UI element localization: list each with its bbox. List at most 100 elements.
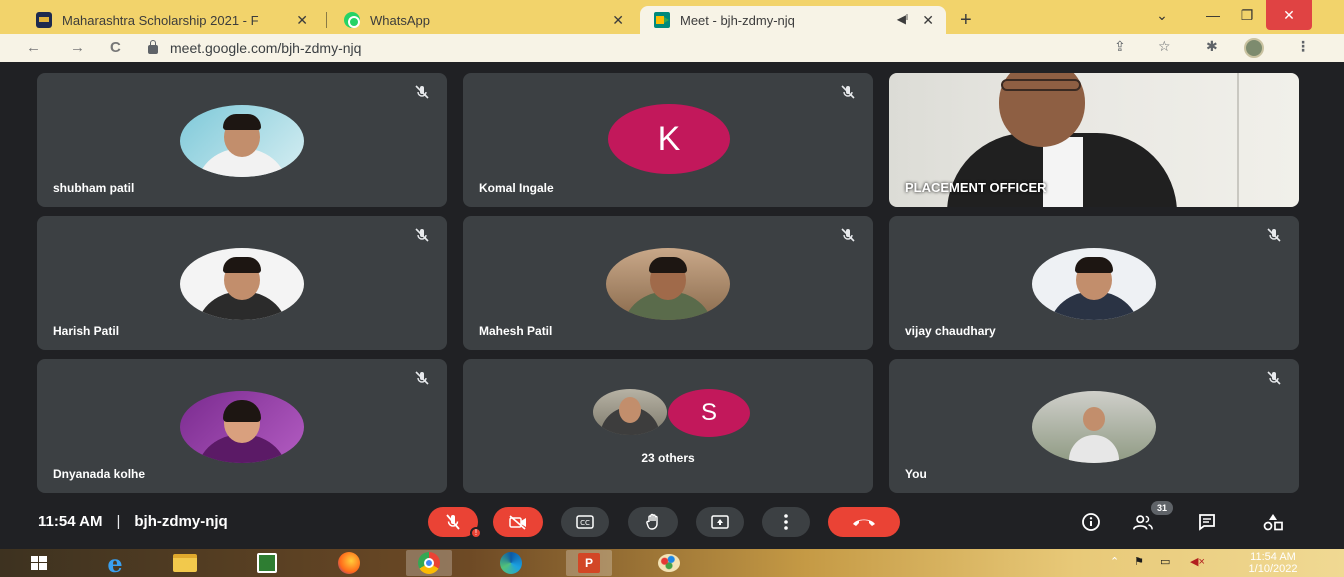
svg-text:CC: CC	[580, 519, 590, 527]
participant-name: Mahesh Patil	[479, 324, 553, 338]
raise-hand-icon	[646, 513, 658, 530]
participant-avatar	[593, 389, 667, 435]
present-screen-button[interactable]	[696, 507, 744, 537]
audio-playing-icon[interactable]: ◀ᴵ	[897, 12, 908, 26]
mic-muted-icon	[415, 371, 429, 385]
mic-muted-icon	[1267, 371, 1281, 385]
activities-shapes-icon	[1263, 514, 1283, 531]
restore-icon[interactable]: ❐	[1232, 0, 1262, 30]
participant-avatar	[1032, 248, 1156, 320]
present-screen-icon	[711, 515, 729, 529]
taskbar-clock[interactable]: 11:54 AM 1/10/2022	[1232, 551, 1314, 575]
others-count-label: 23 others	[641, 451, 695, 465]
extensions-puzzle-icon[interactable]: ✱	[1206, 38, 1218, 55]
leave-call-button[interactable]	[828, 507, 900, 537]
internet-explorer-icon: e	[107, 548, 123, 577]
bookmark-star-icon[interactable]: ☆	[1158, 38, 1171, 55]
browser-tab-strip: Maharashtra Scholarship 2021 - F ✕ Whats…	[0, 0, 1344, 34]
participant-name: vijay chaudhary	[905, 324, 996, 338]
people-button[interactable]	[1132, 511, 1154, 533]
address-bar[interactable]: meet.google.com/bjh-zdmy-njq	[148, 37, 1188, 59]
minimize-icon[interactable]: —	[1198, 0, 1228, 30]
taskbar-chrome[interactable]	[406, 550, 452, 576]
taskbar-paint[interactable]	[646, 550, 692, 576]
captions-button[interactable]: CC	[561, 507, 609, 537]
clock-date: 1/10/2022	[1248, 563, 1298, 575]
warning-icon: !	[470, 527, 482, 539]
participant-avatar	[180, 105, 304, 177]
meeting-details-button[interactable]	[1080, 511, 1102, 533]
meeting-code: bjh-zdmy-njq	[134, 513, 228, 530]
chat-button[interactable]	[1196, 511, 1218, 533]
participant-tile-harish-patil[interactable]: Harish Patil	[37, 216, 447, 350]
back-arrow-icon[interactable]: ←	[26, 39, 41, 56]
more-vertical-icon	[784, 514, 788, 530]
participant-count-badge: 31	[1151, 501, 1173, 515]
action-center-flag-icon[interactable]: ⚑	[1134, 555, 1144, 568]
chrome-menu-icon[interactable]: ⋮	[1296, 38, 1310, 55]
paint-palette-icon	[658, 554, 680, 572]
participant-tile-shubham-patil[interactable]: shubham patil	[37, 73, 447, 207]
meeting-clock: 11:54 AM	[38, 513, 103, 530]
windows-start-button[interactable]	[16, 550, 62, 576]
close-icon[interactable]: ✕	[922, 12, 934, 29]
participant-tile-others-group[interactable]: S 23 others	[463, 359, 873, 493]
network-icon[interactable]: ▭	[1160, 555, 1170, 568]
participant-name: Dnyanada kolhe	[53, 467, 146, 481]
more-options-button[interactable]	[762, 507, 810, 537]
forward-arrow-icon[interactable]: →	[70, 39, 85, 56]
participant-name: shubham patil	[53, 181, 135, 195]
participant-avatar	[180, 391, 304, 463]
taskbar-file-explorer[interactable]	[162, 550, 208, 576]
participant-avatar	[180, 248, 304, 320]
info-icon	[1082, 513, 1100, 531]
raise-hand-button[interactable]	[628, 507, 678, 537]
lock-icon[interactable]	[148, 40, 158, 54]
camera-off-icon	[509, 515, 526, 530]
camera-toggle-button[interactable]	[493, 507, 543, 537]
participant-name: Harish Patil	[53, 324, 120, 338]
reload-icon[interactable]: C	[110, 39, 121, 56]
activities-button[interactable]	[1262, 511, 1284, 533]
participant-tile-you[interactable]: You	[889, 359, 1299, 493]
mic-muted-icon	[415, 228, 429, 242]
mic-muted-icon	[841, 85, 855, 99]
show-hidden-icons-chevron-icon[interactable]: ⌃	[1110, 555, 1119, 568]
captions-icon: CC	[576, 515, 594, 529]
taskbar-microsoft-store[interactable]	[244, 550, 290, 576]
taskbar-powerpoint[interactable]: P	[566, 550, 612, 576]
tab-search-chevron-icon[interactable]: ⌄	[1150, 0, 1174, 30]
participant-name: PLACEMENT OFFICER	[905, 180, 1047, 195]
mic-muted-icon	[415, 85, 429, 99]
google-meet-favicon-icon	[654, 12, 670, 28]
tab-google-meet[interactable]: Meet - bjh-zdmy-njq ◀ᴵ ✕	[640, 6, 946, 34]
chat-icon	[1199, 514, 1215, 531]
whatsapp-favicon-icon	[344, 12, 360, 28]
new-tab-plus-icon[interactable]: +	[960, 9, 972, 32]
profile-avatar[interactable]	[1244, 38, 1264, 58]
close-window-icon[interactable]: ✕	[1266, 0, 1312, 30]
taskbar-internet-explorer[interactable]: e	[92, 548, 138, 577]
volume-muted-icon[interactable]: ◀×	[1190, 555, 1205, 568]
participant-tile-komal-ingale[interactable]: K Komal Ingale	[463, 73, 873, 207]
tab-whatsapp[interactable]: WhatsApp ✕	[330, 6, 636, 34]
taskbar-firefox[interactable]	[326, 550, 372, 576]
participant-tile-mahesh-patil[interactable]: Mahesh Patil	[463, 216, 873, 350]
close-icon[interactable]: ✕	[296, 12, 308, 29]
microphone-toggle-button[interactable]: !	[428, 507, 482, 539]
participant-tile-vijay-chaudhary[interactable]: vijay chaudhary	[889, 216, 1299, 350]
participant-name: Komal Ingale	[479, 181, 554, 195]
chrome-icon	[418, 552, 440, 574]
participant-tile-dnyanada-kolhe[interactable]: Dnyanada kolhe	[37, 359, 447, 493]
close-icon[interactable]: ✕	[612, 12, 624, 29]
tab-divider	[326, 12, 327, 28]
powerpoint-icon: P	[578, 553, 600, 573]
share-icon[interactable]: ⇪	[1114, 38, 1126, 55]
mic-off-icon	[446, 514, 460, 530]
url-text: meet.google.com/bjh-zdmy-njq	[170, 40, 362, 56]
tab-maharashtra-scholarship[interactable]: Maharashtra Scholarship 2021 - F ✕	[22, 6, 320, 34]
meeting-control-bar: 11:54 AM | bjh-zdmy-njq ! CC 31	[0, 497, 1344, 549]
participant-name: You	[905, 467, 927, 481]
participant-tile-placement-officer[interactable]: PLACEMENT OFFICER	[889, 73, 1299, 207]
taskbar-edge[interactable]	[488, 550, 534, 576]
